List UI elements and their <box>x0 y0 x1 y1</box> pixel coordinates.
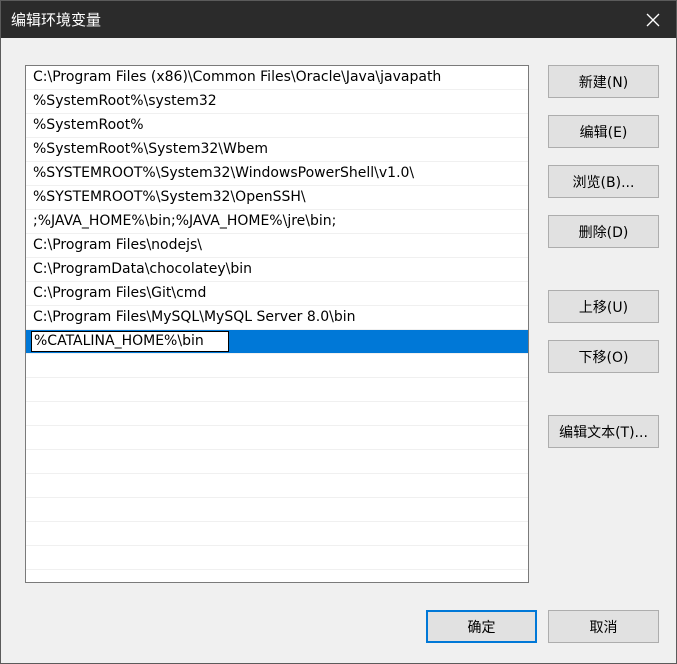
delete-button[interactable]: 删除(D) <box>548 215 659 248</box>
new-button[interactable]: 新建(N) <box>548 65 659 98</box>
edit-button[interactable]: 编辑(E) <box>548 115 659 148</box>
browse-button[interactable]: 浏览(B)... <box>548 165 659 198</box>
list-item-empty[interactable] <box>26 522 528 546</box>
cancel-button[interactable]: 取消 <box>548 610 659 643</box>
list-item[interactable]: %SystemRoot% <box>26 114 528 138</box>
list-item-empty[interactable] <box>26 402 528 426</box>
list-item-empty[interactable] <box>26 474 528 498</box>
path-edit-input[interactable]: %CATALINA_HOME%\bin <box>31 331 229 352</box>
edit-text-button[interactable]: 编辑文本(T)... <box>548 415 659 448</box>
list-item[interactable]: C:\Program Files\MySQL\MySQL Server 8.0\… <box>26 306 528 330</box>
list-item[interactable]: C:\ProgramData\chocolatey\bin <box>26 258 528 282</box>
list-item[interactable]: %SYSTEMROOT%\System32\WindowsPowerShell\… <box>26 162 528 186</box>
ok-button[interactable]: 确定 <box>426 610 537 643</box>
edit-env-variable-dialog: 编辑环境变量 C:\Program Files (x86)\Common Fil… <box>0 0 677 664</box>
list-item[interactable]: C:\Program Files (x86)\Common Files\Orac… <box>26 66 528 90</box>
list-item[interactable]: C:\Program Files\nodejs\ <box>26 234 528 258</box>
list-item[interactable]: C:\Program Files\Git\cmd <box>26 282 528 306</box>
list-item-empty[interactable] <box>26 426 528 450</box>
list-item-selected[interactable]: %CATALINA_HOME%\bin <box>26 330 528 354</box>
list-item[interactable]: ;%JAVA_HOME%\bin;%JAVA_HOME%\jre\bin; <box>26 210 528 234</box>
list-item-empty[interactable] <box>26 546 528 570</box>
move-down-button[interactable]: 下移(O) <box>548 340 659 373</box>
list-item-empty[interactable] <box>26 450 528 474</box>
close-button[interactable] <box>630 1 676 38</box>
move-up-button[interactable]: 上移(U) <box>548 290 659 323</box>
list-item-empty[interactable] <box>26 378 528 402</box>
list-item[interactable]: %SystemRoot%\system32 <box>26 90 528 114</box>
list-item-empty[interactable] <box>26 498 528 522</box>
path-list[interactable]: C:\Program Files (x86)\Common Files\Orac… <box>25 65 529 583</box>
title-bar[interactable]: 编辑环境变量 <box>1 1 676 38</box>
list-item[interactable]: %SystemRoot%\System32\Wbem <box>26 138 528 162</box>
dialog-title: 编辑环境变量 <box>11 11 102 29</box>
list-item[interactable]: %SYSTEMROOT%\System32\OpenSSH\ <box>26 186 528 210</box>
close-icon <box>646 13 660 26</box>
list-item-empty[interactable] <box>26 354 528 378</box>
